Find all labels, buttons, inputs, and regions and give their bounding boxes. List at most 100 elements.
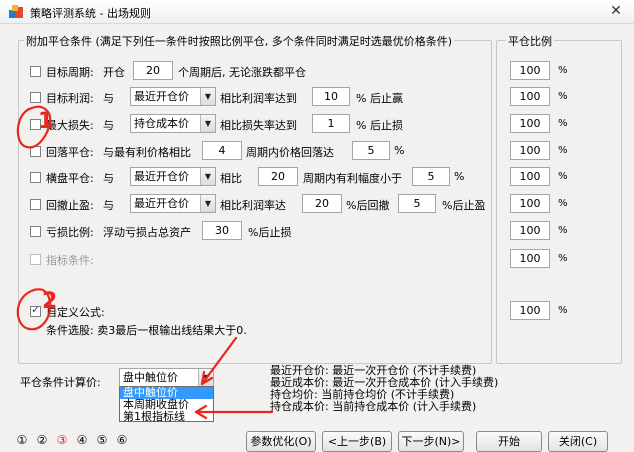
- drawback-desc: 周期内价格回落达: [246, 146, 334, 159]
- max-loss-text: 与: [103, 119, 114, 132]
- pullback-drawdown-input[interactable]: 5: [398, 194, 436, 213]
- drawback-suffix: %: [394, 144, 405, 157]
- max-loss-label: 最大损失:: [46, 119, 94, 132]
- target-period-suffix: 个周期后, 无论涨跌都平仓: [178, 66, 306, 79]
- prev-step-button[interactable]: <上一步(B): [322, 431, 392, 452]
- start-button[interactable]: 开始: [476, 431, 542, 452]
- max-loss-desc: 相比损失率达到: [220, 119, 297, 132]
- ratio-input-indicator[interactable]: 100: [510, 249, 550, 268]
- loss-ratio-label: 亏损比例:: [46, 226, 94, 239]
- target-profit-checkbox[interactable]: [30, 92, 41, 103]
- sideways-pct-input[interactable]: 5: [412, 167, 450, 186]
- target-period-checkbox[interactable]: [30, 66, 41, 77]
- chevron-down-icon[interactable]: ▼: [200, 168, 215, 185]
- drawback-checkbox[interactable]: [30, 146, 41, 157]
- pullback-text: 与: [103, 199, 114, 212]
- target-period-input[interactable]: 20: [133, 61, 173, 80]
- chevron-down-icon[interactable]: ▼: [200, 115, 215, 132]
- loss-ratio-input[interactable]: 30: [202, 221, 242, 240]
- calc-price-select[interactable]: 盘中触位价 ▼: [119, 368, 214, 387]
- target-profit-price-value: 最近开仓价: [134, 90, 189, 103]
- ratio-pct-sign: %: [558, 118, 568, 129]
- next-step-button[interactable]: 下一步(N)>: [398, 431, 464, 452]
- sideways-period-input[interactable]: 20: [258, 167, 298, 186]
- ratio-input-max-loss[interactable]: 100: [510, 114, 550, 133]
- target-profit-price-select[interactable]: 最近开仓价 ▼: [130, 87, 216, 106]
- sideways-desc: 周期内有利幅度小于: [303, 172, 402, 185]
- sideways-suffix: %: [454, 170, 465, 183]
- drawback-text: 与最有利价格相比: [103, 146, 191, 159]
- step-tab-2[interactable]: ②: [34, 433, 50, 447]
- exit-conditions-group-title: 附加平仓条件 (满足下列任一条件时按照比例平仓, 多个条件同时满足时选最优价格条…: [24, 33, 455, 49]
- close-ratio-group-title: 平仓比例: [506, 33, 554, 49]
- sideways-checkbox[interactable]: [30, 172, 41, 183]
- target-profit-label: 目标利润:: [46, 92, 94, 105]
- pullback-suffix: %后止盈: [442, 199, 486, 212]
- pullback-price-value: 最近开仓价: [134, 197, 189, 210]
- max-loss-checkbox[interactable]: [30, 119, 41, 130]
- step-tab-4[interactable]: ④: [74, 433, 90, 447]
- ratio-input-target-profit[interactable]: 100: [510, 87, 550, 106]
- ratio-input-drawback[interactable]: 100: [510, 141, 550, 160]
- custom-formula-label: 自定义公式:: [46, 306, 105, 319]
- ratio-input-target-period[interactable]: 100: [510, 61, 550, 80]
- ratio-input-sideways[interactable]: 100: [510, 167, 550, 186]
- pullback-mid: %后回撤: [346, 199, 390, 212]
- drawback-label: 回落平仓:: [46, 146, 94, 159]
- max-loss-price-select[interactable]: 持仓成本价 ▼: [130, 114, 216, 133]
- target-profit-input[interactable]: 10: [312, 87, 350, 106]
- custom-formula-description: 条件选股: 卖3最后一根输出线结果大于0.: [46, 324, 247, 337]
- pullback-profit-input[interactable]: 20: [302, 194, 342, 213]
- app-logo-icon: [9, 5, 23, 18]
- indicator-checkbox[interactable]: [30, 254, 41, 265]
- calc-price-selected: 盘中触位价: [123, 371, 178, 384]
- custom-formula-checkbox[interactable]: [30, 303, 41, 317]
- title-bar: 策略评测系统 - 出场规则 ✕: [0, 0, 634, 24]
- window-close-button[interactable]: ✕: [602, 2, 630, 20]
- window-title: 策略评测系统 - 出场规则: [30, 7, 151, 20]
- ratio-input-loss-ratio[interactable]: 100: [510, 221, 550, 240]
- target-profit-text: 与: [103, 92, 114, 105]
- ratio-pct-sign: %: [558, 198, 568, 209]
- ratio-pct-sign: %: [558, 65, 568, 76]
- loss-ratio-suffix: %后止损: [248, 226, 292, 239]
- drawback-period-input[interactable]: 4: [202, 141, 242, 160]
- target-period-text: 开仓: [103, 66, 125, 79]
- calc-price-label: 平仓条件计算价:: [20, 376, 101, 389]
- sideways-price-select[interactable]: 最近开仓价 ▼: [130, 167, 216, 186]
- step-tab-5[interactable]: ⑤: [94, 433, 110, 447]
- target-profit-suffix: % 后止赢: [356, 92, 403, 105]
- ratio-pct-sign: %: [558, 91, 568, 102]
- step-tab-3[interactable]: ③: [54, 433, 70, 447]
- ratio-pct-sign: %: [558, 171, 568, 182]
- pullback-desc: 相比利润率达: [220, 199, 286, 212]
- dialog-client-area: 附加平仓条件 (满足下列任一条件时按照比例平仓, 多个条件同时满足时选最优价格条…: [0, 24, 634, 452]
- max-loss-input[interactable]: 1: [312, 114, 350, 133]
- ratio-pct-sign: %: [558, 305, 568, 316]
- pullback-label: 回撤止盈:: [46, 199, 94, 212]
- max-loss-suffix: % 后止损: [356, 119, 403, 132]
- ratio-pct-sign: %: [558, 253, 568, 264]
- step-tab-6[interactable]: ⑥: [114, 433, 130, 447]
- pullback-price-select[interactable]: 最近开仓价 ▼: [130, 194, 216, 213]
- calc-price-dropdown-list: 盘中触位价 本周期收盘价 第1根指标线: [119, 386, 214, 423]
- drawback-pct-input[interactable]: 5: [352, 141, 390, 160]
- calc-price-option[interactable]: 第1根指标线: [120, 411, 213, 423]
- close-button[interactable]: 关闭(C): [548, 431, 608, 452]
- sideways-price-value: 最近开仓价: [134, 170, 189, 183]
- ratio-input-custom-formula[interactable]: 100: [510, 301, 550, 320]
- sideways-label: 横盘平仓:: [46, 172, 94, 185]
- ratio-input-pullback[interactable]: 100: [510, 194, 550, 213]
- optimize-button[interactable]: 参数优化(O): [246, 431, 316, 452]
- target-period-label: 目标周期:: [46, 66, 94, 79]
- chevron-down-icon[interactable]: ▼: [200, 195, 215, 212]
- chevron-down-icon[interactable]: ▼: [200, 88, 215, 105]
- step-tab-1[interactable]: ①: [14, 433, 30, 447]
- sideways-compare: 相比: [220, 172, 242, 185]
- loss-ratio-checkbox[interactable]: [30, 226, 41, 237]
- max-loss-price-value: 持仓成本价: [134, 117, 189, 130]
- chevron-down-icon[interactable]: ▼: [198, 369, 213, 386]
- target-profit-desc: 相比利润率达到: [220, 92, 297, 105]
- pullback-checkbox[interactable]: [30, 199, 41, 210]
- loss-ratio-text: 浮动亏损占总资产: [103, 226, 191, 239]
